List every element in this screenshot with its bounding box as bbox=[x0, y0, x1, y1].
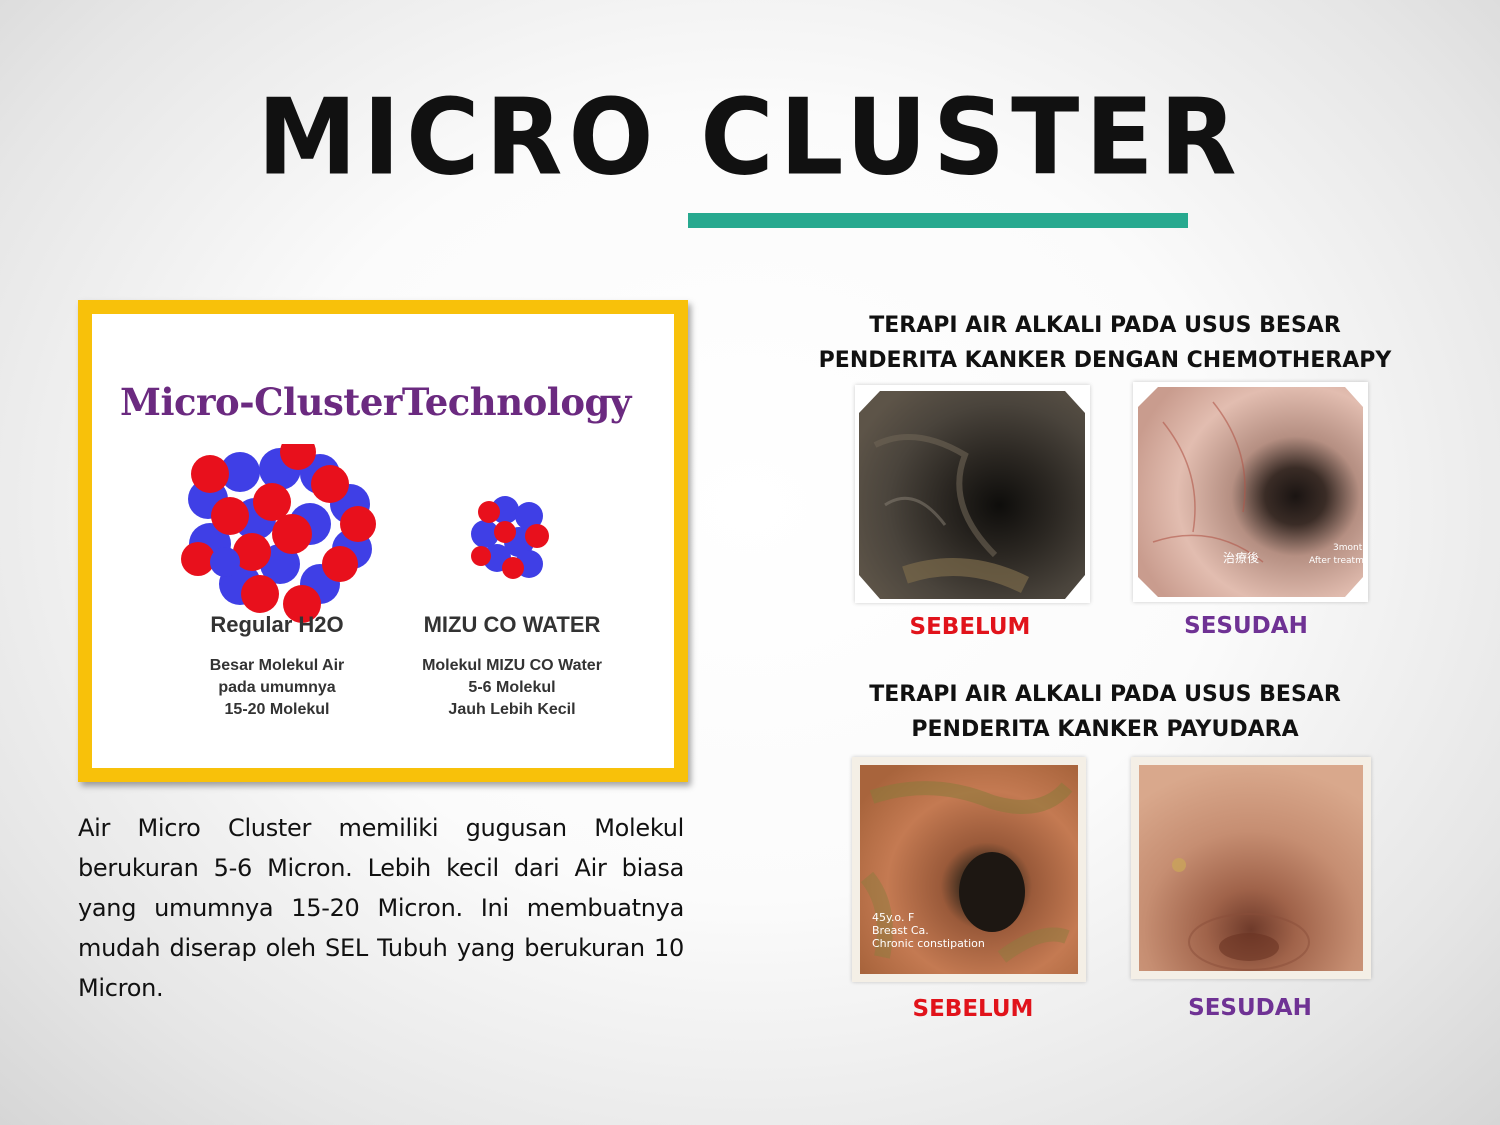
graphic-title: Micro-ClusterTechnology bbox=[120, 380, 631, 424]
section1-before-photo bbox=[855, 385, 1090, 603]
section2-before-overlay-line3: Chronic constipation bbox=[872, 937, 985, 950]
page-title: MICRO CLUSTER bbox=[257, 76, 1243, 199]
section1-after-overlay-line1: 3months bbox=[1333, 543, 1368, 553]
micro-cluster-graphic-frame: Micro-ClusterTechnology Regular H2O MIZU… bbox=[78, 300, 688, 782]
section2-before-overlay-line1: 45y.o. F bbox=[872, 911, 914, 924]
section2-before-overlay-line2: Breast Ca. bbox=[872, 924, 929, 937]
regular-water-label: Regular H2O bbox=[210, 612, 344, 637]
description-paragraph: Air Micro Cluster memiliki gugusan Molek… bbox=[78, 814, 684, 1002]
mizu-water-desc: Molekul MIZU CO Water 5-6 Molekul Jauh L… bbox=[422, 657, 602, 718]
regular-water-molecule-cluster bbox=[181, 444, 376, 623]
title-underline bbox=[688, 213, 1188, 228]
section1-after-overlay-cjk: 治療後 bbox=[1223, 551, 1259, 565]
section2-title: TERAPI AIR ALKALI PADA USUS BESAR PENDER… bbox=[869, 682, 1341, 742]
section2-after-photo bbox=[1131, 757, 1371, 979]
section2-before-label: SEBELUM bbox=[912, 996, 1034, 1022]
section2-before-photo: 45y.o. F Breast Ca. Chronic constipation bbox=[852, 757, 1086, 982]
section1-after-photo: 3months After treatment 治療後 bbox=[1133, 382, 1368, 602]
micro-cluster-graphic: Micro-ClusterTechnology Regular H2O MIZU… bbox=[92, 314, 674, 768]
mizu-water-molecule-cluster bbox=[471, 496, 549, 579]
section2-after-label: SESUDAH bbox=[1188, 995, 1312, 1021]
section1-title: TERAPI AIR ALKALI PADA USUS BESAR PENDER… bbox=[818, 313, 1392, 373]
section1-before-label: SEBELUM bbox=[909, 614, 1031, 640]
section1-after-overlay-line2: After treatment bbox=[1309, 556, 1368, 566]
mizu-water-label: MIZU CO WATER bbox=[423, 612, 601, 637]
section1-after-label: SESUDAH bbox=[1184, 613, 1308, 639]
regular-water-desc: Besar Molekul Air pada umumnya 15-20 Mol… bbox=[209, 657, 345, 718]
